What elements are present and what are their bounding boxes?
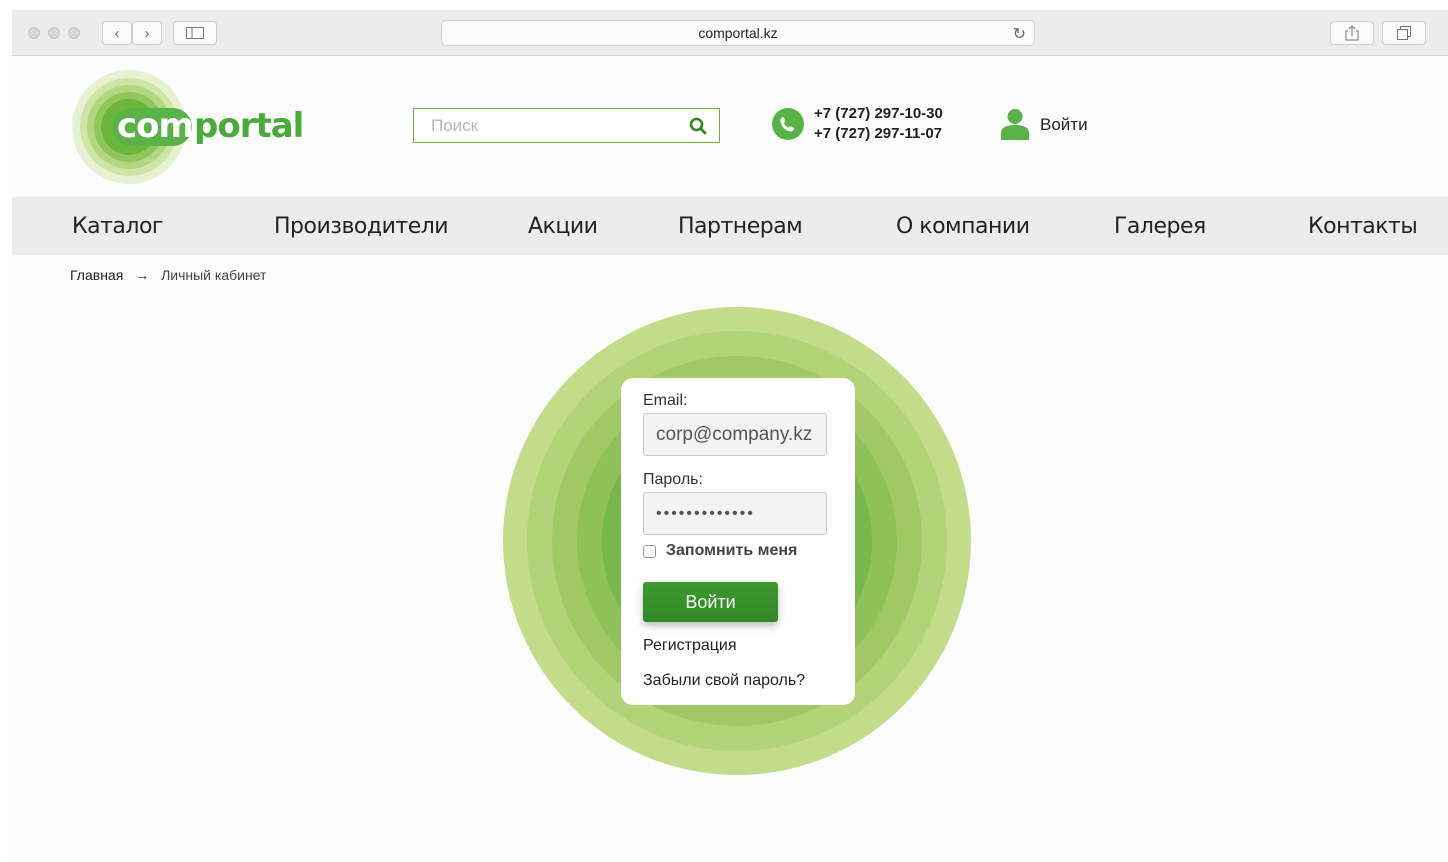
email-label: Email: [643,392,687,410]
minimize-window-icon[interactable] [48,27,60,39]
breadcrumb: Главная → Личный кабинет [70,267,266,283]
address-bar[interactable]: comportal.kz ↻ [441,20,1035,46]
chevron-right-icon: › [145,25,150,42]
nav-item-contacts[interactable]: Контакты [1308,214,1417,239]
breadcrumb-home[interactable]: Главная [70,267,123,283]
remember-me-checkbox[interactable] [643,545,656,558]
phone-number-1[interactable]: +7 (727) 297-10-30 [814,104,943,124]
nav-item-about[interactable]: О компании [896,214,1030,239]
breadcrumb-current: Личный кабинет [161,267,266,283]
page: com portal +7 (727) 297-10-30 +7 (727) 2… [12,56,1448,862]
logo-graphic: com portal [72,70,372,184]
register-link[interactable]: Регистрация [643,637,737,655]
login-form: Email: Пароль: ••••••••••••• Запомнить м… [621,378,855,705]
remember-me[interactable]: Запомнить меня [643,542,797,560]
nav-item-catalog[interactable]: Каталог [72,214,163,239]
back-button[interactable]: ‹ [102,21,132,45]
close-window-icon[interactable] [28,27,40,39]
password-field[interactable]: ••••••••••••• [643,492,827,535]
phone-numbers: +7 (727) 297-10-30 +7 (727) 297-11-07 [814,104,943,144]
search-box [413,108,720,143]
zoom-window-icon[interactable] [68,27,80,39]
forgot-password-link[interactable]: Забыли свой пароль? [643,672,805,690]
tabs-button[interactable] [1382,21,1426,45]
password-label: Пароль: [643,471,703,489]
nav-item-partners[interactable]: Партнерам [678,214,802,239]
login-link[interactable]: Войти [1040,115,1088,135]
phone-icon [772,108,804,140]
reload-icon[interactable]: ↻ [1013,24,1026,44]
main-navigation: Каталог Производители Акции Партнерам О … [12,197,1448,255]
search-input[interactable] [414,109,674,142]
share-icon [1345,25,1359,41]
nav-item-gallery[interactable]: Галерея [1114,214,1206,239]
sidebar-icon [186,27,204,39]
email-field[interactable] [643,413,827,456]
chevron-left-icon: ‹ [115,25,120,42]
search-icon[interactable] [689,117,707,135]
login-submit-button[interactable]: Войти [643,582,778,622]
remember-me-label: Запомнить меня [666,542,797,560]
tabs-icon [1397,26,1411,40]
svg-text:portal: portal [194,106,303,146]
forward-button[interactable]: › [132,21,162,45]
phone-number-2[interactable]: +7 (727) 297-11-07 [814,124,943,144]
browser-toolbar: ‹ › comportal.kz ↻ [12,10,1448,56]
nav-item-manufacturers[interactable]: Производители [274,214,448,239]
share-button[interactable] [1330,21,1374,45]
comportal-logo[interactable]: com portal [72,70,372,184]
sidebar-toggle-button[interactable] [173,21,217,45]
nav-item-promotions[interactable]: Акции [528,214,597,239]
url-text: comportal.kz [698,25,777,41]
user-icon[interactable] [1000,108,1030,140]
breadcrumb-arrow-icon: → [135,267,149,283]
svg-text:com: com [117,106,193,146]
